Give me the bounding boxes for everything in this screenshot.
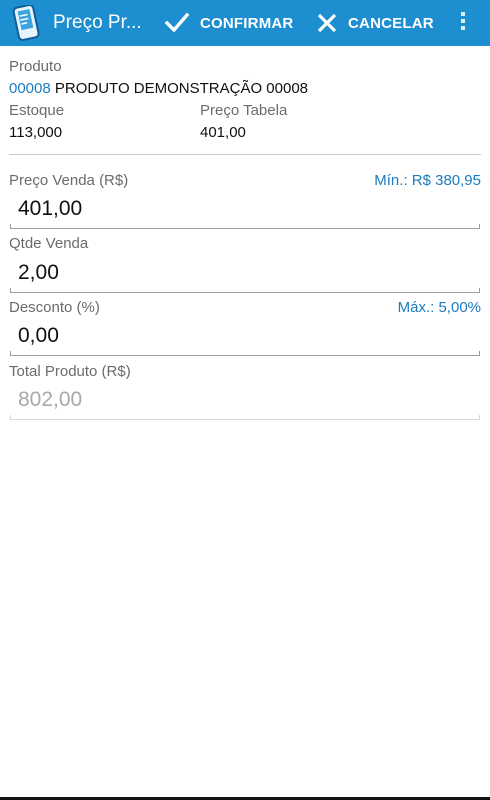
produto-code: 00008 (9, 80, 51, 97)
desconto-max-hint: Máx.: 5,00% (397, 299, 481, 316)
app-icon[interactable] (9, 4, 45, 41)
produto-name: PRODUTO DEMONSTRAÇÃO 00008 (54, 80, 309, 97)
produto-label: Produto (9, 58, 62, 75)
overflow-menu-icon[interactable] (456, 12, 470, 34)
cancel-label: CANCELAR (348, 14, 434, 32)
section-divider (9, 154, 481, 155)
screen-title: Preço Pr... (53, 12, 142, 33)
desconto-input[interactable]: 0,00 (18, 324, 59, 348)
total-produto-label: Total Produto (R$) (9, 363, 131, 380)
close-icon (316, 12, 338, 34)
preco-tabela-value: 401,00 (200, 124, 246, 141)
preco-tabela-label: Preço Tabela (200, 102, 288, 119)
qtde-venda-input[interactable]: 2,00 (18, 261, 59, 285)
check-icon (164, 11, 190, 35)
estoque-label: Estoque (9, 102, 65, 119)
preco-venda-label: Preço Venda (R$) (9, 172, 129, 189)
confirm-label: CONFIRMAR (200, 14, 294, 32)
cancel-button[interactable]: CANCELAR (316, 0, 434, 46)
action-bar: Preço Pr... CONFIRMAR CANCELAR (0, 0, 490, 46)
estoque-value: 113,000 (9, 124, 63, 141)
desconto-label: Desconto (%) (9, 299, 100, 316)
qtde-venda-field[interactable]: 2,00 (10, 261, 480, 293)
total-produto-value: 802,00 (18, 388, 83, 411)
preco-venda-input[interactable]: 401,00 (18, 197, 82, 221)
preco-venda-field[interactable]: 401,00 (10, 197, 480, 229)
produto-value: 00008 PRODUTO DEMONSTRAÇÃO 00008 (9, 80, 308, 97)
desconto-field[interactable]: 0,00 (10, 324, 480, 356)
total-produto-field: 802,00 (10, 388, 480, 420)
qtde-venda-label: Qtde Venda (9, 235, 89, 252)
confirm-button[interactable]: CONFIRMAR (164, 0, 293, 46)
preco-venda-min-hint: Mín.: R$ 380,95 (374, 172, 481, 189)
